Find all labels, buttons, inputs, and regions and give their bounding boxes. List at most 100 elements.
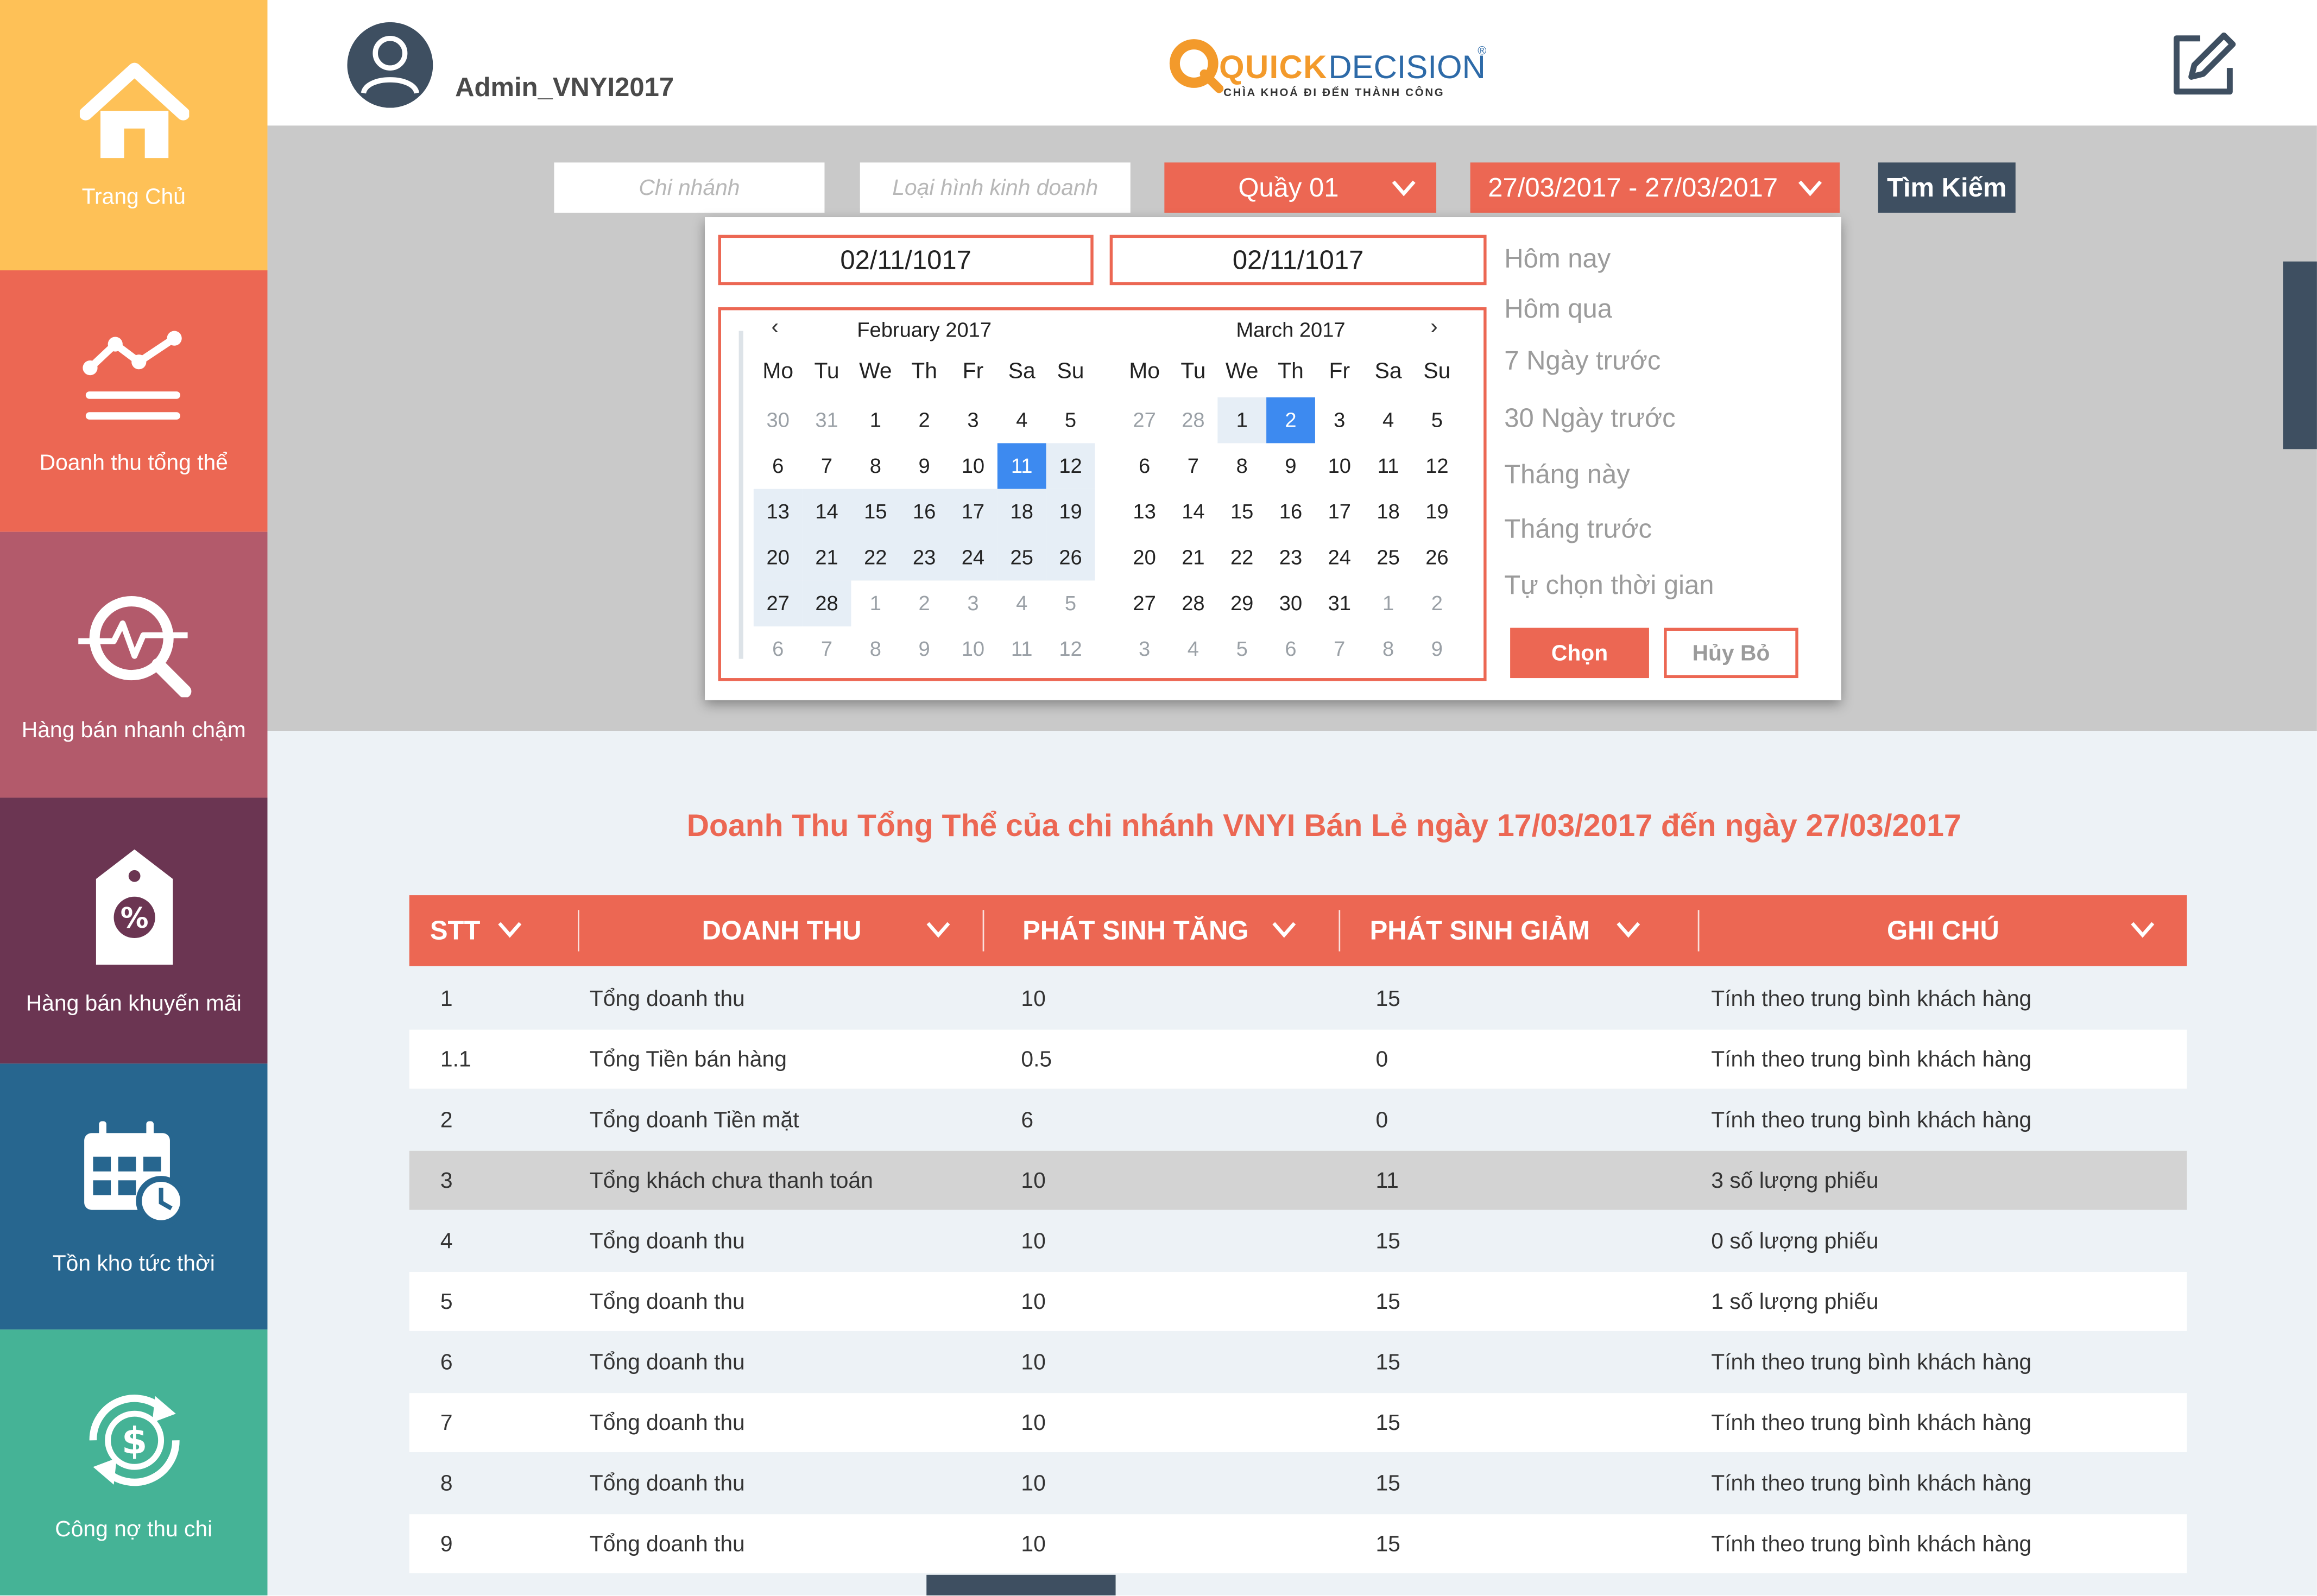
left-calendar-day[interactable]: 15 — [851, 489, 900, 535]
cancel-button[interactable]: Hủy Bỏ — [1664, 628, 1798, 679]
calendar-scrollbar[interactable] — [738, 331, 743, 659]
col-note-header[interactable]: GHI CHÚ — [1699, 895, 2187, 966]
table-row[interactable]: 7 Tổng doanh thu 10 15 Tính theo trung bình … — [409, 1393, 2187, 1452]
left-calendar-day[interactable]: 6 — [754, 626, 803, 672]
left-calendar-day[interactable]: 20 — [753, 535, 803, 581]
sort-chevron-icon[interactable] — [498, 920, 522, 938]
right-calendar-day[interactable]: 31 — [1315, 580, 1364, 626]
right-calendar-day[interactable]: 22 — [1217, 535, 1266, 580]
left-calendar-day[interactable]: 11 — [997, 626, 1046, 672]
edit-icon[interactable] — [2168, 29, 2239, 100]
left-calendar-day[interactable]: 4 — [997, 397, 1046, 443]
right-calendar-day[interactable]: 4 — [1169, 626, 1218, 672]
right-calendar-day[interactable]: 8 — [1364, 626, 1413, 672]
right-calendar-day[interactable]: 5 — [1217, 626, 1266, 672]
right-calendar-day[interactable]: 6 — [1266, 626, 1315, 672]
left-calendar-day[interactable]: 21 — [802, 535, 851, 581]
left-calendar-day[interactable]: 28 — [802, 580, 851, 626]
quick-range-option[interactable]: Hôm nay — [1504, 244, 1611, 275]
right-calendar-day[interactable]: 5 — [1413, 397, 1462, 443]
left-calendar-day[interactable]: 25 — [997, 535, 1046, 581]
sidebar-item-revenue[interactable]: Doanh thu tổng thể — [0, 270, 268, 532]
left-calendar-day[interactable]: 16 — [900, 489, 949, 535]
avatar-icon[interactable] — [347, 22, 433, 108]
table-row[interactable]: 6 Tổng doanh thu 10 15 Tính theo trung bình … — [409, 1332, 2187, 1392]
sidebar-item-home[interactable]: Trang Chủ — [0, 0, 268, 270]
table-row[interactable]: 9 Tổng doanh thu 10 15 Tính theo trung bình … — [409, 1514, 2187, 1574]
sort-chevron-icon[interactable] — [1272, 920, 1296, 938]
right-calendar-day[interactable]: 6 — [1120, 443, 1169, 489]
left-calendar-day[interactable]: 17 — [949, 489, 997, 535]
right-calendar-day[interactable]: 7 — [1169, 443, 1218, 489]
left-calendar-day[interactable]: 27 — [753, 580, 803, 626]
left-calendar-day[interactable]: 10 — [949, 626, 997, 672]
right-calendar-day[interactable]: 28 — [1169, 397, 1218, 443]
right-calendar-day[interactable]: 9 — [1413, 626, 1462, 672]
quick-range-option[interactable]: 30 Ngày trước — [1504, 403, 1675, 434]
right-calendar-day[interactable]: 24 — [1315, 535, 1364, 580]
right-calendar-day[interactable]: 10 — [1315, 443, 1364, 489]
table-row[interactable]: 5 Tổng doanh thu 10 15 1 số lượng phiếu — [409, 1271, 2187, 1331]
left-calendar-day[interactable]: 9 — [900, 626, 949, 672]
search-button[interactable]: Tìm Kiếm — [1878, 162, 2016, 213]
right-calendar-day[interactable]: 26 — [1413, 535, 1462, 580]
right-calendar-day[interactable]: 1 — [1217, 397, 1267, 444]
right-calendar-day[interactable]: 14 — [1169, 489, 1218, 535]
col-decrease-header[interactable]: PHÁT SINH GIẢM — [1370, 895, 1698, 966]
table-row[interactable]: 8 Tổng doanh thu 10 15 Tính theo trung bình … — [409, 1453, 2187, 1513]
next-month-icon[interactable]: › — [1430, 315, 1438, 340]
left-calendar-day[interactable]: 7 — [803, 626, 851, 672]
right-calendar-day[interactable]: 25 — [1364, 535, 1413, 580]
table-row[interactable]: 3 Tổng khách chưa thanh toán 10 11 3 số lượn… — [409, 1150, 2187, 1210]
table-row[interactable]: 1 Tổng doanh thu 10 15 Tính theo trung bình … — [409, 969, 2187, 1028]
left-calendar-day[interactable]: 10 — [949, 443, 997, 489]
quick-range-option[interactable]: Hôm qua — [1504, 294, 1612, 325]
right-calendar-day[interactable]: 20 — [1120, 535, 1169, 580]
left-calendar-day[interactable]: 26 — [1046, 535, 1095, 581]
right-calendar-day[interactable]: 8 — [1217, 443, 1266, 489]
right-calendar-day[interactable]: 28 — [1169, 580, 1218, 626]
left-calendar-day[interactable]: 23 — [900, 535, 949, 581]
left-calendar-day[interactable]: 13 — [753, 489, 803, 535]
right-calendar-day[interactable]: 27 — [1120, 580, 1169, 626]
left-calendar-day[interactable]: 4 — [997, 580, 1046, 626]
left-calendar-day[interactable]: 3 — [949, 397, 997, 443]
quick-range-option[interactable]: Tự chọn thời gian — [1504, 570, 1714, 601]
right-calendar-day[interactable]: 18 — [1364, 489, 1413, 535]
right-calendar-day[interactable]: 11 — [1364, 443, 1413, 489]
left-calendar-day[interactable]: 8 — [851, 443, 900, 489]
left-calendar-day[interactable]: 18 — [997, 489, 1046, 535]
counter-select[interactable]: Quầy 01 — [1164, 162, 1437, 213]
left-calendar-day[interactable]: 11 — [997, 443, 1046, 489]
sort-chevron-icon[interactable] — [926, 920, 950, 938]
branch-input[interactable]: Chi nhánh — [554, 162, 825, 213]
right-calendar-day[interactable]: 2 — [1266, 397, 1315, 444]
quick-range-option[interactable]: Tháng trước — [1504, 514, 1652, 545]
right-calendar-day[interactable]: 3 — [1120, 626, 1169, 672]
right-calendar-day[interactable]: 30 — [1266, 580, 1315, 626]
left-calendar-day[interactable]: 31 — [803, 397, 851, 443]
sidebar-item-inventory[interactable]: Tồn kho tức thời — [0, 1063, 268, 1330]
left-calendar-day[interactable]: 14 — [802, 489, 851, 535]
left-calendar-day[interactable]: 30 — [754, 397, 803, 443]
table-row[interactable]: 2 Tổng doanh Tiền mặt 6 0 Tính theo trung bì… — [409, 1090, 2187, 1150]
left-calendar-day[interactable]: 6 — [754, 443, 803, 489]
left-calendar-day[interactable]: 8 — [851, 626, 900, 672]
right-calendar-day[interactable]: 3 — [1315, 397, 1364, 443]
quick-range-option[interactable]: 7 Ngày trước — [1504, 346, 1661, 377]
right-calendar-day[interactable]: 29 — [1217, 580, 1266, 626]
left-calendar-day[interactable]: 5 — [1046, 580, 1095, 626]
right-calendar-day[interactable]: 1 — [1364, 580, 1413, 626]
right-calendar-day[interactable]: 4 — [1364, 397, 1413, 443]
right-calendar-day[interactable]: 27 — [1120, 397, 1169, 443]
table-row[interactable]: 4 Tổng doanh thu 10 15 0 số lượng phiếu — [409, 1211, 2187, 1271]
left-calendar-day[interactable]: 12 — [1046, 626, 1095, 672]
col-revenue-header[interactable]: DOANH THU — [579, 895, 984, 966]
quick-range-option[interactable]: Tháng này — [1504, 459, 1630, 490]
left-calendar-day[interactable]: 1 — [851, 397, 900, 443]
left-calendar-day[interactable]: 7 — [803, 443, 851, 489]
scroll-handle-bottom[interactable] — [926, 1574, 1116, 1595]
left-calendar-day[interactable]: 24 — [949, 535, 997, 581]
left-calendar-day[interactable]: 19 — [1046, 489, 1095, 535]
sidebar-item-promotion[interactable]: % Hàng bán khuyến mãi — [0, 797, 268, 1064]
